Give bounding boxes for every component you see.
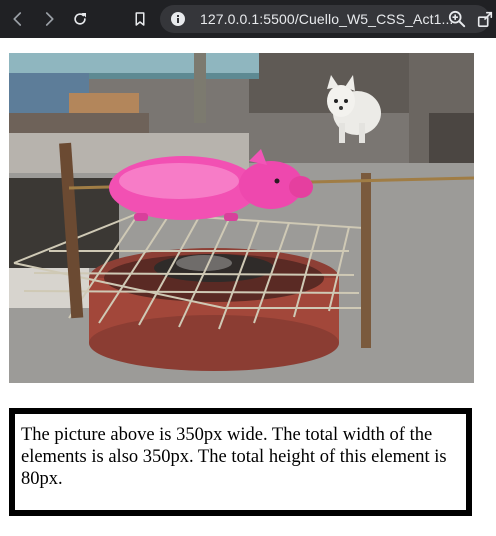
browser-toolbar: 127.0.0.1:5500/Cuello_W5_CSS_Act1... [0, 0, 496, 38]
back-arrow-icon [13, 12, 22, 26]
caption-box: The picture above is 350px wide. The tot… [9, 408, 472, 516]
reload-icon [74, 13, 86, 25]
piggy-bank-photo [9, 53, 474, 383]
info-icon[interactable] [170, 11, 186, 27]
url-text[interactable]: 127.0.0.1:5500/Cuello_W5_CSS_Act1... [200, 11, 453, 27]
reload-button[interactable] [68, 7, 92, 31]
back-button[interactable] [6, 7, 30, 31]
photo-illustration [9, 53, 474, 383]
address-bar[interactable]: 127.0.0.1:5500/Cuello_W5_CSS_Act1... [160, 5, 493, 33]
forward-arrow-icon [45, 12, 54, 26]
bookmark-button[interactable] [128, 7, 152, 31]
forward-button[interactable] [37, 7, 61, 31]
caption-text: The picture above is 350px wide. The tot… [21, 425, 447, 489]
zoom-in-icon[interactable] [448, 10, 466, 28]
bookmark-icon [135, 12, 145, 26]
share-icon[interactable] [476, 10, 494, 28]
